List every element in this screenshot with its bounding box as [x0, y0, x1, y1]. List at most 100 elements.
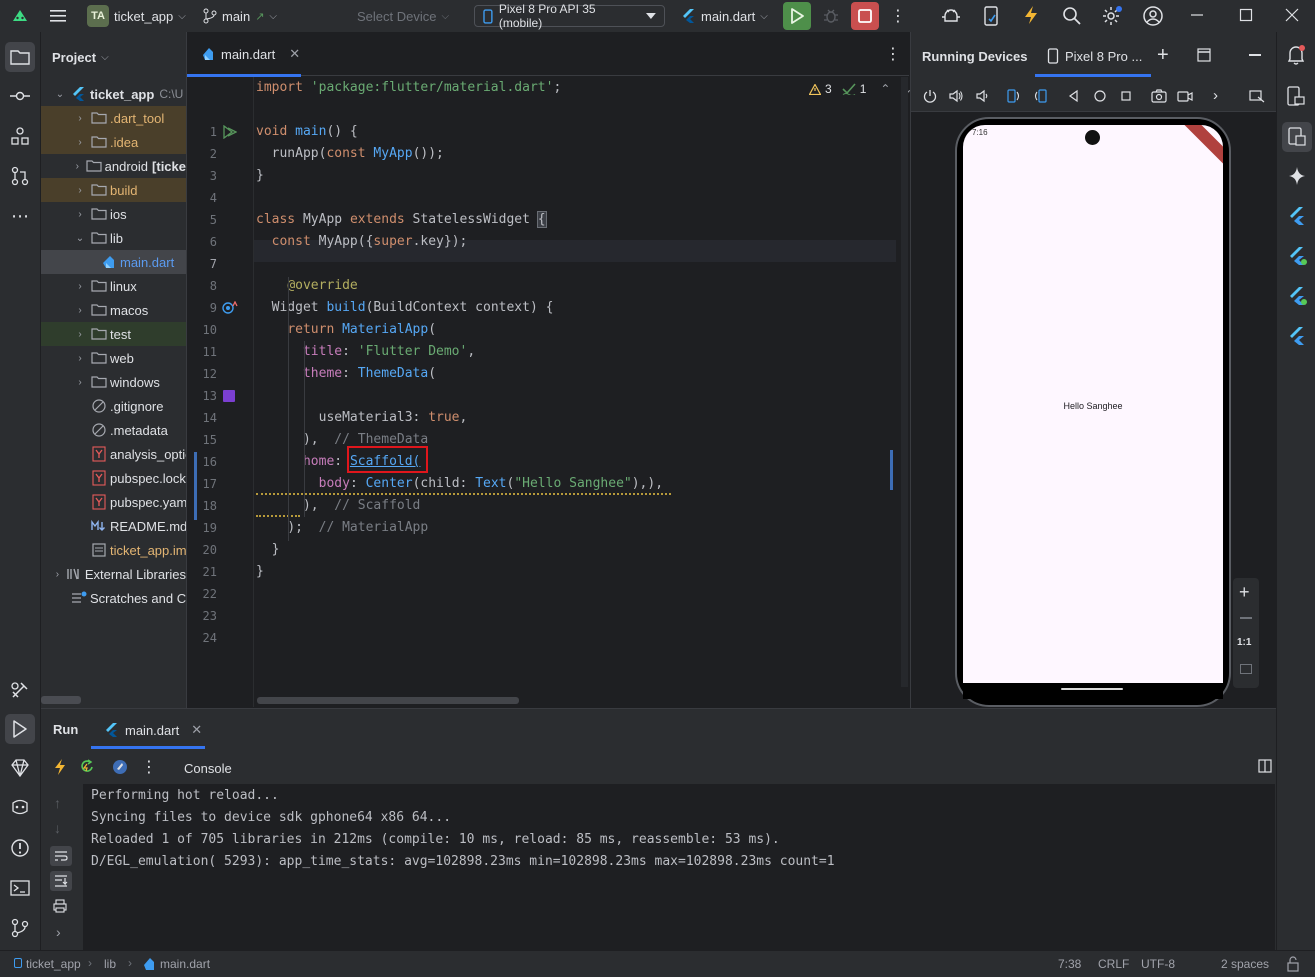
rotate-right-icon[interactable]	[1033, 89, 1047, 103]
device-selector[interactable]: Pixel 8 Pro API 35 (mobile)	[474, 2, 665, 30]
chevron-right-icon[interactable]: ›	[73, 305, 87, 316]
build-variants-icon[interactable]	[8, 678, 32, 702]
git-icon[interactable]	[8, 916, 32, 940]
tree-item[interactable]: › test	[41, 322, 186, 346]
back-icon[interactable]	[1067, 89, 1081, 103]
more-actions-icon[interactable]: ⋮	[890, 6, 906, 26]
run-config-selector[interactable]: main.dart ⌵	[682, 8, 768, 24]
volume-up-icon[interactable]	[949, 89, 963, 103]
indent-setting[interactable]: 2 spaces	[1221, 957, 1269, 971]
hot-reload-icon[interactable]	[53, 758, 67, 776]
commit-icon[interactable]	[8, 84, 32, 108]
breadcrumb-project[interactable]: ticket_app	[26, 957, 81, 971]
structure-icon[interactable]	[8, 124, 32, 148]
tree-root[interactable]: ⌄ ticket_app C:\U	[41, 82, 186, 106]
code-line-14[interactable]: theme: ThemeData(	[256, 363, 436, 385]
add-device-icon[interactable]: +	[1157, 44, 1169, 67]
code-line-22[interactable]: }	[256, 539, 280, 561]
maximize-window-icon[interactable]	[1239, 8, 1253, 22]
gemini-diamond-icon[interactable]	[8, 756, 32, 780]
project-selector[interactable]: TA ticket_app ⌵	[87, 5, 186, 27]
hot-restart-icon[interactable]	[79, 759, 95, 775]
tree-item[interactable]: pubspec.lock	[41, 466, 186, 490]
tab-pixel-device[interactable]: Pixel 8 Pro ...	[1047, 48, 1142, 64]
chevron-right-icon[interactable]: ›	[73, 209, 87, 220]
close-tab-icon[interactable]: ✕	[289, 46, 300, 62]
horizontal-scrollbar[interactable]	[41, 696, 81, 704]
main-menu-icon[interactable]	[48, 6, 68, 26]
tree-item[interactable]: › macos	[41, 298, 186, 322]
screenshot-icon[interactable]	[1151, 89, 1167, 103]
override-gutter-icon[interactable]	[222, 301, 238, 315]
code-line-20[interactable]: ), // Scaffold	[256, 495, 420, 517]
tab-options-icon[interactable]: ⋮	[885, 44, 901, 64]
console-tab[interactable]: Console	[184, 761, 232, 776]
chevron-down-icon[interactable]: ⌄	[73, 233, 87, 244]
sdk-manager-icon[interactable]	[983, 5, 999, 27]
zoom-actual-size-label[interactable]: 1:1	[1237, 637, 1251, 648]
tree-item[interactable]: .gitignore	[41, 394, 186, 418]
code-line-19[interactable]: body: Center(child: Text("Hello Sanghee"…	[256, 473, 663, 495]
tree-item[interactable]: analysis_optio	[41, 442, 186, 466]
devtools-icon[interactable]	[112, 759, 128, 775]
chevron-right-icon[interactable]: ›	[73, 113, 87, 124]
rotate-left-icon[interactable]	[1007, 89, 1021, 103]
flutter-devtools-icon[interactable]	[1288, 326, 1306, 346]
caret-position[interactable]: 7:38	[1058, 957, 1081, 971]
notifications-bell-icon[interactable]	[1286, 44, 1306, 66]
tree-item[interactable]: › .dart_tool	[41, 106, 186, 130]
tree-item[interactable]: pubspec.yaml	[41, 490, 186, 514]
close-tab-icon[interactable]: ✕	[191, 722, 202, 738]
tree-item[interactable]: README.md	[41, 514, 186, 538]
hide-panel-icon[interactable]	[1249, 54, 1261, 56]
screen-record-icon[interactable]	[1177, 89, 1193, 103]
tree-item[interactable]: › .idea	[41, 130, 186, 154]
line-separator[interactable]: CRLF	[1098, 957, 1129, 971]
running-devices-tool-icon[interactable]	[1282, 122, 1312, 152]
branch-selector[interactable]: main ↗ ⌵	[203, 8, 277, 24]
more-tools-icon[interactable]: ⋯	[8, 204, 32, 228]
inspection-widget[interactable]: 3 1 ⌃ ⌄	[809, 82, 913, 96]
soft-wrap-icon[interactable]	[50, 846, 72, 866]
more-device-actions-icon[interactable]: ›	[1213, 87, 1218, 104]
device-explorer-icon[interactable]	[1287, 86, 1305, 106]
tree-item[interactable]: › linux	[41, 274, 186, 298]
settings-gear-icon[interactable]	[1101, 5, 1123, 27]
zoom-in-icon[interactable]: +	[1239, 582, 1250, 603]
code-line-21[interactable]: ); // MaterialApp	[256, 517, 428, 539]
run-more-icon[interactable]: ⋮	[141, 757, 157, 777]
tree-item[interactable]: › External Libraries	[41, 562, 186, 586]
terminal-icon[interactable]	[8, 876, 32, 900]
tree-item[interactable]: › android [ticke	[41, 154, 186, 178]
app-inspection-icon[interactable]	[8, 796, 32, 820]
console-output[interactable]: Performing hot reload... Syncing files to…	[83, 784, 1275, 951]
device-frame-icon[interactable]	[1249, 89, 1265, 103]
breadcrumb-file[interactable]: main.dart	[160, 957, 210, 971]
gemini-sparkle-icon[interactable]	[1288, 166, 1306, 186]
code-line-4[interactable]: runApp(const MyApp());	[256, 143, 444, 165]
code-line-7[interactable]: class MyApp extends StatelessWidget {	[256, 209, 547, 231]
tree-item[interactable]: › web	[41, 346, 186, 370]
tree-item[interactable]: › ios	[41, 202, 186, 226]
close-window-icon[interactable]	[1285, 8, 1299, 22]
overview-icon[interactable]	[1119, 89, 1133, 103]
chevron-right-icon[interactable]: ›	[73, 161, 82, 172]
minimize-window-icon[interactable]	[1190, 8, 1204, 22]
tree-item[interactable]: Scratches and Co	[41, 586, 186, 610]
tree-item[interactable]: › build	[41, 178, 186, 202]
tree-item[interactable]: › windows	[41, 370, 186, 394]
stop-button[interactable]	[851, 2, 879, 30]
horizontal-scrollbar[interactable]	[257, 697, 519, 704]
scroll-down-icon[interactable]: ↓	[54, 820, 61, 836]
layout-options-icon[interactable]	[1197, 48, 1211, 62]
home-icon[interactable]	[1093, 89, 1107, 103]
flutter-outline-icon[interactable]	[1288, 286, 1308, 306]
zoom-out-icon[interactable]	[1240, 617, 1252, 619]
pull-requests-icon[interactable]	[8, 164, 32, 188]
code-line-3[interactable]: void main() {	[256, 121, 358, 143]
chevron-right-icon[interactable]: ›	[73, 185, 87, 196]
select-device-dropdown[interactable]: Select Device ⌵	[357, 9, 449, 24]
color-swatch-icon[interactable]	[223, 390, 235, 402]
code-line-8[interactable]: const MyApp({super.key});	[256, 231, 468, 253]
code-line-12[interactable]: return MaterialApp(	[256, 319, 436, 341]
